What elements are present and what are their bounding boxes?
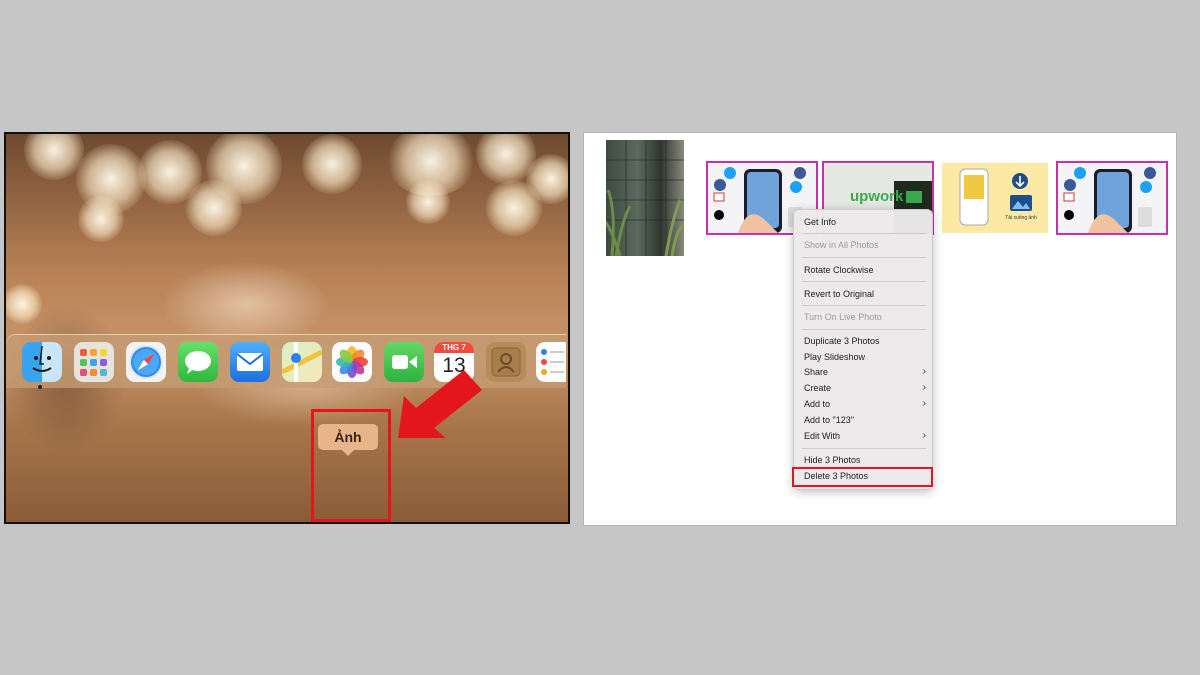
- menu-item-share[interactable]: Share ›: [804, 365, 926, 379]
- menu-item-rotate-clockwise[interactable]: Rotate Clockwise: [804, 263, 926, 277]
- menu-item-label: Rotate Clockwise: [804, 265, 874, 275]
- building-plant-photo[interactable]: [606, 140, 684, 256]
- menu-item-label: Turn On Live Photo: [804, 312, 882, 322]
- menu-item-label: Create: [804, 383, 832, 393]
- calendar-month: THG 7: [434, 342, 474, 353]
- safari-icon[interactable]: [126, 342, 166, 382]
- bokeh-light: [302, 134, 362, 194]
- menu-item-label: Hide 3 Photos: [804, 455, 861, 465]
- desktop-screenshot: [4, 132, 570, 524]
- menu-item-play-slideshow[interactable]: Play Slideshow: [804, 350, 926, 364]
- menu-item-label: Edit With: [804, 431, 841, 441]
- menu-separator: [802, 448, 926, 449]
- photos-icon[interactable]: [332, 342, 372, 382]
- bokeh-light: [486, 180, 542, 236]
- bokeh-light: [24, 134, 84, 180]
- bokeh-light: [186, 180, 242, 236]
- red-arrow-icon: [398, 370, 482, 438]
- menu-item-create[interactable]: Create ›: [804, 381, 926, 395]
- menu-item-label: Revert to Original: [804, 289, 875, 299]
- iphone-social-apps-photo-2[interactable]: [1056, 161, 1168, 235]
- menu-separator: [802, 257, 926, 258]
- menu-separator: [802, 233, 926, 234]
- bokeh-light: [406, 180, 450, 224]
- menu-separator: [802, 305, 926, 306]
- bokeh-light: [78, 196, 124, 242]
- menu-item-get-info[interactable]: Get Info: [804, 215, 926, 229]
- menu-item-add-to[interactable]: Add to ›: [804, 397, 926, 411]
- menu-item-duplicate[interactable]: Duplicate 3 Photos: [804, 334, 926, 348]
- running-indicator: [38, 385, 42, 389]
- menu-item-label: Share: [804, 367, 829, 377]
- menu-item-label: Add to "123": [804, 415, 854, 425]
- launchpad-icon[interactable]: [74, 342, 114, 382]
- menu-item-label: Get Info: [804, 217, 837, 227]
- menu-separator: [802, 329, 926, 330]
- menu-item-label: Show in All Photos: [804, 240, 879, 250]
- reminders-icon[interactable]: [536, 342, 566, 382]
- menu-item-hide[interactable]: Hide 3 Photos: [804, 453, 926, 467]
- phone-download-photo[interactable]: Tải xuống ảnh: [942, 163, 1048, 233]
- menu-item-label: Duplicate 3 Photos: [804, 336, 880, 346]
- maps-icon[interactable]: [282, 342, 322, 382]
- download-caption: Tải xuống ảnh: [1005, 215, 1037, 221]
- upwork-logo-text: upwork: [850, 188, 904, 205]
- menu-item-show-in-all-photos[interactable]: Show in All Photos: [804, 238, 926, 252]
- chevron-right-icon: ›: [922, 366, 926, 377]
- context-menu: Get Info Show in All Photos Rotate Clock…: [793, 209, 933, 490]
- finder-icon[interactable]: [22, 342, 62, 382]
- menu-separator: [802, 281, 926, 282]
- contacts-icon[interactable]: [486, 342, 526, 382]
- messages-icon[interactable]: [178, 342, 218, 382]
- menu-item-add-to-123[interactable]: Add to "123": [804, 413, 926, 427]
- menu-item-revert-to-original[interactable]: Revert to Original: [804, 287, 926, 301]
- mail-icon[interactable]: [230, 342, 270, 382]
- menu-item-edit-with[interactable]: Edit With ›: [804, 429, 926, 443]
- menu-item-label: Add to: [804, 399, 831, 409]
- menu-item-turn-on-live-photo[interactable]: Turn On Live Photo: [804, 310, 926, 324]
- chevron-right-icon: ›: [922, 382, 926, 393]
- menu-item-label: Play Slideshow: [804, 352, 866, 362]
- photos-icon-highlight: [311, 409, 391, 522]
- chevron-right-icon: ›: [922, 430, 926, 441]
- chevron-right-icon: ›: [922, 398, 926, 409]
- delete-item-highlight: [792, 467, 933, 487]
